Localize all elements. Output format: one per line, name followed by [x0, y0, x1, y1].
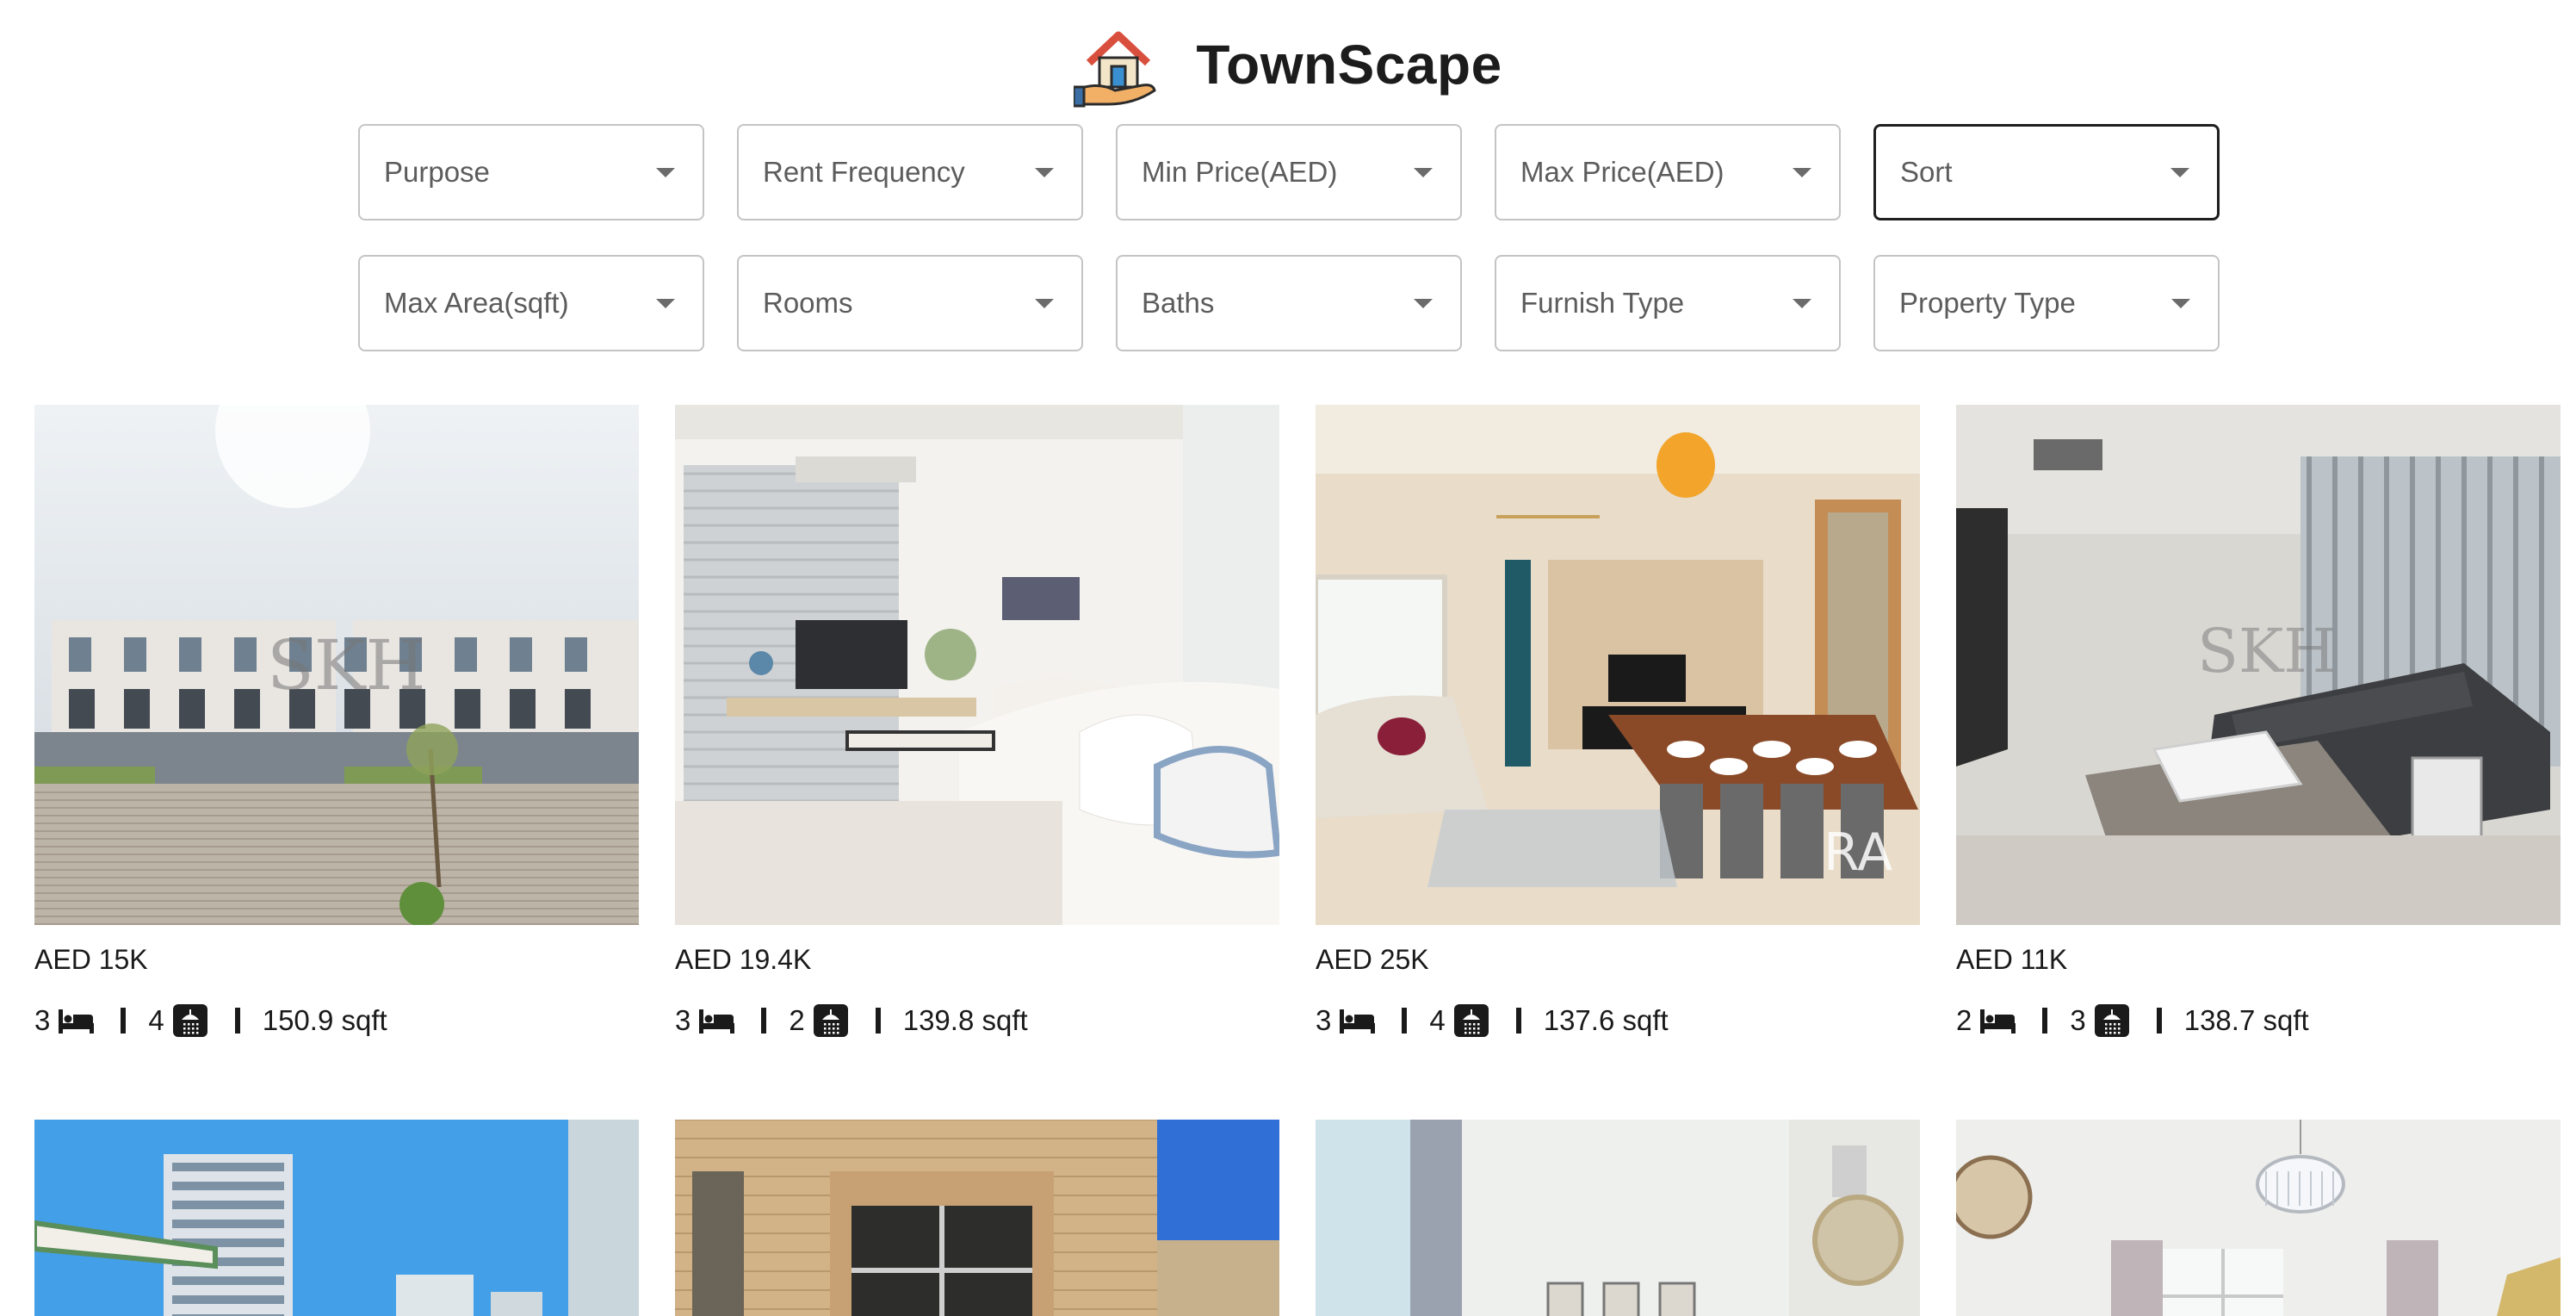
- property-photo[interactable]: RA: [1316, 405, 1920, 925]
- filter-label: Furnish Type: [1520, 287, 1685, 319]
- chevron-down-icon: [1414, 298, 1433, 308]
- filter-select-rooms[interactable]: Rooms: [737, 255, 1083, 351]
- shower-icon: [171, 1004, 209, 1037]
- brand-title[interactable]: TownScape: [1196, 33, 1502, 96]
- property-specs: 3 4 150.9 sqft: [34, 999, 639, 1042]
- baths-count: 4: [1429, 1004, 1446, 1036]
- filter-select-furnish-type[interactable]: Furnish Type: [1495, 255, 1841, 351]
- separator: [1515, 1008, 1521, 1034]
- separator: [234, 1008, 240, 1034]
- filter-label: Rent Frequency: [763, 156, 965, 188]
- property-photo[interactable]: SKH: [1956, 405, 2561, 925]
- baths-count: 4: [148, 1004, 164, 1036]
- chevron-down-icon: [1035, 167, 1054, 177]
- property-specs: 3 4 137.6 sqft: [1316, 999, 1920, 1042]
- filter-label: Min Price(AED): [1142, 156, 1338, 188]
- filter-label: Rooms: [763, 287, 853, 319]
- filter-select-min-price-aed[interactable]: Min Price(AED): [1116, 124, 1462, 220]
- baths-count: 3: [2070, 1004, 2086, 1036]
- property-photo[interactable]: [1956, 1120, 2561, 1316]
- filter-select-sort[interactable]: Sort: [1873, 124, 2220, 220]
- filter-select-property-type[interactable]: Property Type: [1873, 255, 2220, 351]
- rooms-count: 2: [1956, 1004, 1972, 1036]
- separator: [761, 1008, 767, 1034]
- property-photo[interactable]: [34, 1120, 639, 1316]
- filter-label: Purpose: [384, 156, 490, 188]
- filter-label: Sort: [1900, 156, 1953, 188]
- listings-grid: SKH AED 15K 3 4 150.9 sqft AED 19.4K 3 2 139.8 …: [34, 405, 2576, 1316]
- chevron-down-icon: [1793, 167, 1811, 177]
- property-price: AED 15K: [34, 944, 148, 975]
- bed-icon: [697, 1004, 735, 1037]
- separator: [875, 1008, 881, 1034]
- separator: [121, 1008, 127, 1034]
- filter-select-max-price-aed[interactable]: Max Price(AED): [1495, 124, 1841, 220]
- filter-select-max-area-sqft[interactable]: Max Area(sqft): [358, 255, 704, 351]
- area-size: 150.9 sqft: [262, 1004, 387, 1036]
- filter-select-purpose[interactable]: Purpose: [358, 124, 704, 220]
- rooms-count: 3: [1316, 1004, 1332, 1036]
- filter-label: Max Area(sqft): [384, 287, 569, 319]
- property-photo[interactable]: [675, 1120, 1279, 1316]
- baths-count: 2: [789, 1004, 805, 1036]
- property-card[interactable]: [675, 1120, 1279, 1316]
- filter-select-baths[interactable]: Baths: [1116, 255, 1462, 351]
- filter-label: Max Price(AED): [1520, 156, 1725, 188]
- shower-icon: [1452, 1004, 1490, 1037]
- property-card[interactable]: SKH AED 15K 3 4 150.9 sqft: [34, 405, 639, 1120]
- filter-label: Property Type: [1899, 287, 2076, 319]
- shower-icon: [2093, 1004, 2131, 1037]
- chevron-down-icon: [656, 298, 675, 308]
- property-price: AED 11K: [1956, 944, 2068, 975]
- property-specs: 3 2 139.8 sqft: [675, 999, 1279, 1042]
- chevron-down-icon: [1035, 298, 1054, 308]
- property-card[interactable]: SKH AED 11K 2 3 138.7 sqft: [1956, 405, 2561, 1120]
- area-size: 139.8 sqft: [902, 1004, 1028, 1036]
- chevron-down-icon: [2171, 298, 2190, 308]
- area-size: 137.6 sqft: [1543, 1004, 1669, 1036]
- property-price: AED 19.4K: [675, 944, 812, 975]
- property-card[interactable]: RA AED 25K 3 4 137.6 sqft: [1316, 405, 1920, 1120]
- area-size: 138.7 sqft: [2183, 1004, 2309, 1036]
- app-header: TownScape: [0, 17, 2576, 112]
- shower-icon: [812, 1004, 850, 1037]
- bed-icon: [1978, 1004, 2016, 1037]
- property-card[interactable]: AED 19.4K 3 2 139.8 sqft: [675, 405, 1279, 1120]
- bed-icon: [57, 1004, 95, 1037]
- filter-select-rent-frequency[interactable]: Rent Frequency: [737, 124, 1083, 220]
- chevron-down-icon: [2170, 167, 2189, 177]
- property-photo[interactable]: SKH: [34, 405, 639, 925]
- separator: [1402, 1008, 1408, 1034]
- svg-text:SKH: SKH: [267, 625, 425, 705]
- filter-label: Baths: [1142, 287, 1215, 319]
- rooms-count: 3: [675, 1004, 691, 1036]
- property-card[interactable]: [1316, 1120, 1920, 1316]
- svg-text:RA: RA: [1824, 822, 1892, 883]
- property-card[interactable]: [34, 1120, 639, 1316]
- chevron-down-icon: [1793, 298, 1811, 308]
- bed-icon: [1338, 1004, 1376, 1037]
- chevron-down-icon: [1414, 167, 1433, 177]
- property-specs: 2 3 138.7 sqft: [1956, 999, 2561, 1042]
- filter-bar: Purpose Rent Frequency Min Price(AED) Max P…: [358, 124, 2220, 351]
- property-photo[interactable]: [1316, 1120, 1920, 1316]
- svg-text:SKH: SKH: [2197, 616, 2336, 686]
- property-card[interactable]: [1956, 1120, 2561, 1316]
- property-photo[interactable]: [675, 405, 1279, 925]
- property-price: AED 25K: [1316, 944, 1429, 975]
- separator: [2042, 1008, 2048, 1034]
- house-in-hand-icon[interactable]: [1074, 22, 1163, 108]
- rooms-count: 3: [34, 1004, 51, 1036]
- separator: [2156, 1008, 2162, 1034]
- chevron-down-icon: [656, 167, 675, 177]
